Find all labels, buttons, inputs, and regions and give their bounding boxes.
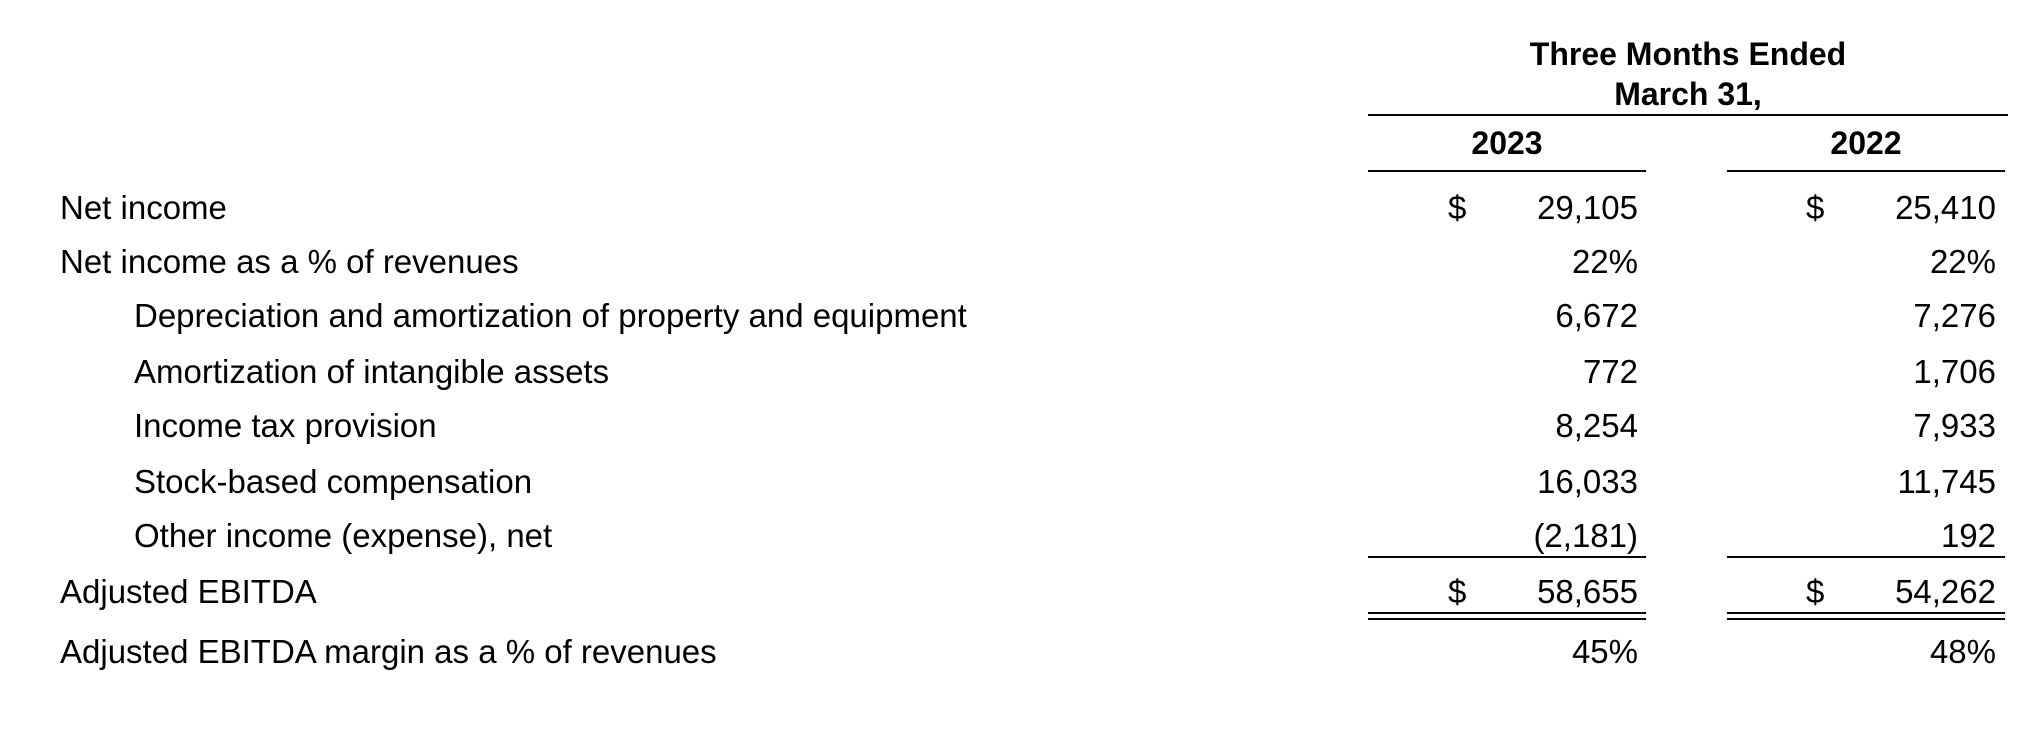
value-2023: 8,254 — [1555, 407, 1638, 444]
value-2022: 192 — [1940, 517, 1996, 554]
financial-table: Three Months Ended March 31, 2023 2022 N… — [0, 0, 2044, 732]
value-2022: 25,410 — [1895, 189, 1996, 226]
value-2023: 6,672 — [1555, 297, 1638, 334]
row-label: Income tax provision — [134, 407, 437, 444]
row-label: Adjusted EBITDA — [60, 573, 317, 610]
value-2023: (2,181) — [1533, 517, 1638, 554]
value-2022: 7,933 — [1913, 407, 1996, 444]
row-label: Amortization of intangible assets — [134, 353, 610, 390]
table-row-depreciation: Depreciation and amortization of propert… — [0, 294, 2044, 338]
year-header-2023: 2023 — [1471, 125, 1543, 161]
period-header-line2: March 31, — [1614, 76, 1762, 112]
period-header-rule — [1368, 114, 2008, 116]
table-row-adjusted-ebitda: Adjusted EBITDA $ 58,655 $ 54,262 — [0, 570, 2044, 614]
row-label: Net income as a % of revenues — [60, 243, 519, 280]
value-2023: 772 — [1582, 353, 1638, 390]
table-row-amortization: Amortization of intangible assets 772 1,… — [0, 350, 2044, 394]
row-label: Other income (expense), net — [134, 517, 553, 554]
table-row-ebitda-margin: Adjusted EBITDA margin as a % of revenue… — [0, 630, 2044, 674]
value-2023: 16,033 — [1537, 463, 1638, 500]
year-rule-1 — [1368, 170, 1646, 172]
total-double-rule-2b — [1727, 618, 2005, 620]
table-row-net-income-pct: Net income as a % of revenues 22% 22% — [0, 240, 2044, 284]
total-double-rule-1b — [1368, 618, 1646, 620]
period-header: Three Months Ended March 31, — [1368, 34, 2008, 114]
value-2022: 11,745 — [1897, 463, 1996, 500]
value-2023: 22% — [1571, 243, 1638, 280]
subtotal-rule-1 — [1368, 556, 1646, 558]
total-double-rule-1a — [1368, 612, 1646, 614]
row-label: Depreciation and amortization of propert… — [134, 297, 967, 334]
year-rule-2 — [1727, 170, 2005, 172]
value-2022: 54,262 — [1895, 573, 1996, 610]
table-row-income-tax: Income tax provision 8,254 7,933 — [0, 404, 2044, 448]
row-label: Stock-based compensation — [134, 463, 533, 500]
value-2022: 48% — [1929, 633, 1996, 670]
value-2022: 22% — [1929, 243, 1996, 280]
table-row-net-income: Net income $ 29,105 $ 25,410 — [0, 186, 2044, 230]
row-label: Net income — [60, 189, 227, 226]
table-row-other-income: Other income (expense), net (2,181) 192 — [0, 514, 2044, 558]
value-2022: 1,706 — [1913, 353, 1996, 390]
year-header-2022: 2022 — [1830, 125, 1902, 161]
table-row-stock-comp: Stock-based compensation 16,033 11,745 — [0, 460, 2044, 504]
subtotal-rule-2 — [1727, 556, 2005, 558]
value-2023: 45% — [1571, 633, 1638, 670]
value-2022: 7,276 — [1913, 297, 1996, 334]
period-header-line1: Three Months Ended — [1529, 36, 1847, 72]
row-label: Adjusted EBITDA margin as a % of revenue… — [60, 633, 717, 670]
value-2023: 29,105 — [1537, 189, 1638, 226]
value-2023: 58,655 — [1537, 573, 1638, 610]
total-double-rule-2a — [1727, 612, 2005, 614]
